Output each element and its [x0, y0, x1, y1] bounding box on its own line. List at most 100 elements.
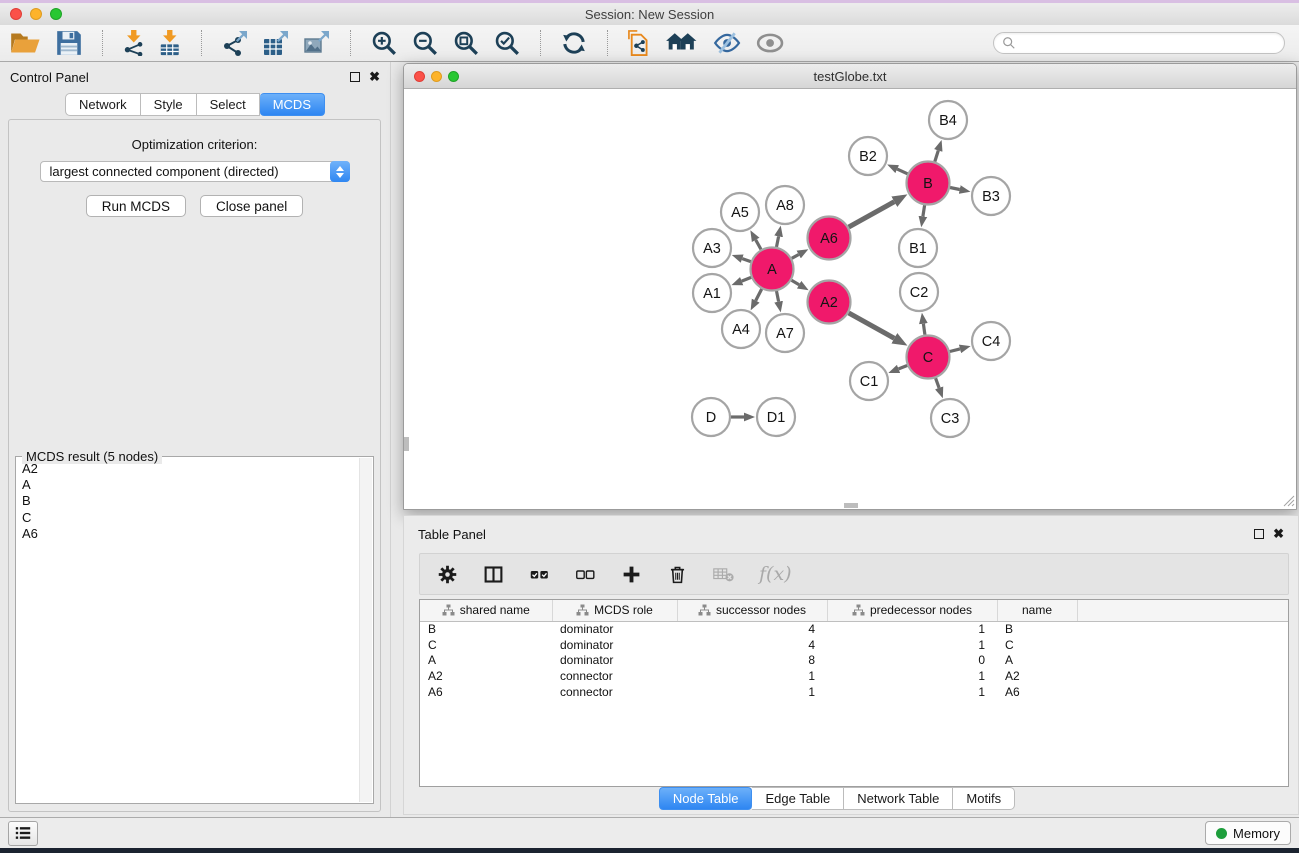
hide-selected-icon[interactable]: [713, 30, 741, 56]
task-history-button[interactable]: [8, 821, 38, 846]
settings-gear-icon[interactable]: [437, 564, 458, 585]
node-A4[interactable]: A4: [722, 310, 760, 348]
edge-A-A5[interactable]: [756, 240, 761, 250]
search-box[interactable]: [993, 32, 1285, 54]
export-network-icon[interactable]: [222, 30, 248, 56]
cell[interactable]: 8: [677, 653, 827, 669]
table-row[interactable]: Cdominator41C: [420, 637, 1288, 653]
column-header-mcds-role[interactable]: MCDS role: [552, 600, 677, 621]
show-all-icon[interactable]: [756, 30, 784, 56]
cell[interactable]: 1: [677, 668, 827, 684]
cell[interactable]: dominator: [552, 637, 677, 653]
tab-mcds[interactable]: MCDS: [260, 93, 325, 116]
export-image-icon[interactable]: [304, 30, 330, 56]
float-table-panel-icon[interactable]: [1254, 529, 1264, 539]
tab-style[interactable]: Style: [141, 93, 197, 116]
table-row[interactable]: A2connector11A2: [420, 668, 1288, 684]
table-row[interactable]: Bdominator41B: [420, 621, 1288, 637]
node-A1[interactable]: A1: [693, 274, 731, 312]
edge-A-A4[interactable]: [756, 289, 762, 301]
cell[interactable]: 1: [827, 684, 997, 700]
import-network-icon[interactable]: [123, 30, 145, 56]
export-table-icon[interactable]: [263, 30, 289, 56]
cell[interactable]: 1: [677, 684, 827, 700]
first-neighbors-icon[interactable]: [665, 30, 698, 56]
cell[interactable]: B: [420, 621, 552, 637]
tab-select[interactable]: Select: [197, 93, 260, 116]
edge-A-A7[interactable]: [777, 291, 779, 302]
memory-button[interactable]: Memory: [1205, 821, 1291, 845]
clone-network-icon[interactable]: [628, 30, 650, 56]
vertical-scrollbar-thumb[interactable]: [404, 437, 409, 451]
cell[interactable]: A: [420, 653, 552, 669]
cell[interactable]: connector: [552, 684, 677, 700]
optimization-select[interactable]: largest connected component (directed): [40, 161, 350, 182]
cell[interactable]: 0: [827, 653, 997, 669]
cell[interactable]: A2: [997, 668, 1077, 684]
node-B3[interactable]: B3: [972, 177, 1010, 215]
cell[interactable]: dominator: [552, 621, 677, 637]
search-input[interactable]: [1021, 36, 1276, 50]
cell[interactable]: C: [997, 637, 1077, 653]
node-B[interactable]: B: [907, 162, 950, 205]
tab-edge-table[interactable]: Edge Table: [752, 787, 844, 810]
close-table-panel-icon[interactable]: ✖: [1273, 529, 1284, 539]
cell[interactable]: 4: [677, 637, 827, 653]
edge-B-B1[interactable]: [923, 205, 925, 216]
deselect-all-checkboxes-icon[interactable]: [575, 564, 596, 585]
zoom-out-icon[interactable]: [412, 30, 438, 56]
cell[interactable]: dominator: [552, 653, 677, 669]
run-mcds-button[interactable]: Run MCDS: [86, 195, 186, 217]
cell[interactable]: B: [997, 621, 1077, 637]
edge-C-C1[interactable]: [899, 366, 908, 369]
zoom-fit-icon[interactable]: [453, 30, 479, 56]
edge-A6-B[interactable]: [849, 202, 895, 227]
split-table-icon[interactable]: [483, 564, 504, 585]
edge-A-A1[interactable]: [742, 277, 751, 281]
zoom-in-icon[interactable]: [371, 30, 397, 56]
close-panel-button[interactable]: Close panel: [200, 195, 303, 217]
edge-A-A3[interactable]: [742, 259, 751, 262]
node-A7[interactable]: A7: [766, 314, 804, 352]
minimize-window-button[interactable]: [30, 8, 42, 20]
horizontal-scrollbar-thumb[interactable]: [844, 503, 858, 508]
edge-A-A6[interactable]: [792, 255, 799, 259]
open-session-icon[interactable]: [10, 30, 41, 56]
cell[interactable]: A2: [420, 668, 552, 684]
edge-A-A8[interactable]: [777, 236, 779, 247]
cell[interactable]: 1: [827, 637, 997, 653]
result-item[interactable]: A2: [22, 461, 358, 477]
edge-B-B3[interactable]: [950, 188, 960, 190]
cell[interactable]: A: [997, 653, 1077, 669]
table-row[interactable]: A6connector11A6: [420, 684, 1288, 700]
zoom-view-button[interactable]: [448, 71, 459, 82]
node-A8[interactable]: A8: [766, 186, 804, 224]
node-A6[interactable]: A6: [808, 217, 851, 260]
cell[interactable]: connector: [552, 668, 677, 684]
cell[interactable]: A6: [997, 684, 1077, 700]
cell[interactable]: 1: [827, 621, 997, 637]
result-item[interactable]: C: [22, 510, 358, 526]
node-C[interactable]: C: [907, 336, 950, 379]
cell[interactable]: A6: [420, 684, 552, 700]
column-header-predecessor-nodes[interactable]: predecessor nodes: [827, 600, 997, 621]
node-B1[interactable]: B1: [899, 229, 937, 267]
minimize-view-button[interactable]: [431, 71, 442, 82]
result-scrollbar[interactable]: [359, 458, 372, 802]
node-A3[interactable]: A3: [693, 229, 731, 267]
tab-node-table[interactable]: Node Table: [659, 787, 753, 810]
tab-motifs[interactable]: Motifs: [953, 787, 1015, 810]
node-D[interactable]: D: [692, 398, 730, 436]
node-A[interactable]: A: [751, 248, 794, 291]
refresh-icon[interactable]: [561, 30, 587, 56]
select-all-checkboxes-icon[interactable]: [529, 564, 550, 585]
node-C2[interactable]: C2: [900, 273, 938, 311]
add-column-icon[interactable]: [621, 564, 642, 585]
cell[interactable]: C: [420, 637, 552, 653]
zoom-window-button[interactable]: [50, 8, 62, 20]
node-C4[interactable]: C4: [972, 322, 1010, 360]
node-A5[interactable]: A5: [721, 193, 759, 231]
network-canvas[interactable]: B4B2BB3A5A8A6B1A3AC2A1A2A4A7C4CC1C3DD1: [404, 89, 1296, 508]
save-session-icon[interactable]: [56, 30, 82, 56]
node-C1[interactable]: C1: [850, 362, 888, 400]
